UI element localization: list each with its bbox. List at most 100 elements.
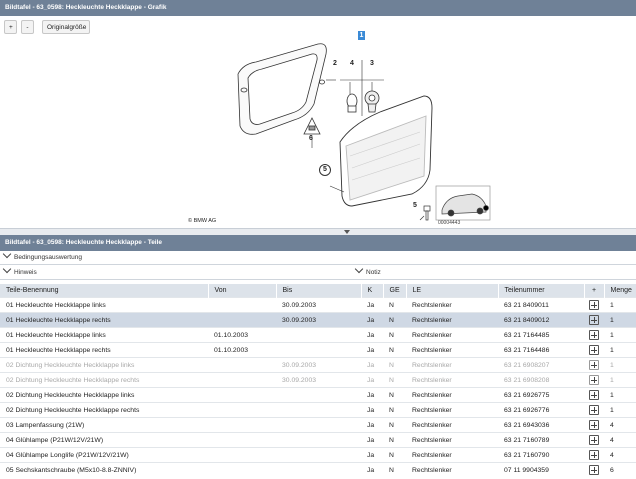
part-name: 02 Dichtung Heckleuchte Heckklappe recht… — [0, 402, 208, 418]
table-row[interactable]: 02 Dichtung Heckleuchte Heckklappe links… — [0, 387, 636, 403]
le-value: Rechtslenker — [406, 417, 498, 433]
callout-1[interactable]: 1 — [358, 31, 365, 40]
add-to-cart-icon[interactable] — [589, 360, 599, 370]
le-value: Rechtslenker — [406, 387, 498, 403]
part-number: 63 21 8409011 — [498, 297, 584, 313]
add-cell — [584, 432, 604, 448]
ge-value: N — [383, 357, 406, 373]
exploded-diagram — [237, 43, 491, 221]
zoom-out-button[interactable]: - — [21, 20, 34, 34]
ge-value: N — [383, 387, 406, 403]
callout-2[interactable]: 2 — [333, 60, 337, 67]
valid-to: 30.09.2003 — [276, 357, 361, 373]
table-row[interactable]: 05 Sechskantschraube (M5x10-8.8-ZNNIV) Ja… — [0, 462, 636, 477]
k-value: Ja — [361, 342, 383, 358]
add-to-cart-icon[interactable] — [589, 300, 599, 310]
table-row[interactable]: 04 Glühlampe (P21W/12V/21W) Ja N Rechtslenk… — [0, 432, 636, 448]
panel-splitter[interactable] — [0, 228, 636, 235]
part-name: 02 Dichtung Heckleuchte Heckklappe links — [0, 357, 208, 373]
chevron-down-icon — [2, 264, 12, 274]
conditions-section[interactable]: Bedingungsauswertung — [2, 249, 82, 261]
table-row[interactable]: 02 Dichtung Heckleuchte Heckklappe links… — [0, 357, 636, 373]
table-row[interactable]: 01 Heckleuchte Heckklappe links 01.10.200… — [0, 327, 636, 343]
col-header-add[interactable]: + — [584, 284, 605, 298]
col-header-from[interactable]: Von — [208, 284, 277, 298]
part-name: 01 Heckleuchte Heckklappe rechts — [0, 342, 208, 358]
valid-from — [208, 387, 276, 403]
col-header-le[interactable]: LE — [406, 284, 499, 298]
part-name: 03 Lampenfassung (21W) — [0, 417, 208, 433]
callout-3[interactable]: 3 — [370, 60, 374, 67]
add-to-cart-icon[interactable] — [589, 465, 599, 475]
add-to-cart-icon[interactable] — [589, 420, 599, 430]
add-to-cart-icon[interactable] — [589, 390, 599, 400]
part-number: 63 21 7160790 — [498, 447, 584, 463]
valid-to: 30.09.2003 — [276, 372, 361, 388]
ge-value: N — [383, 462, 406, 477]
table-row[interactable]: 01 Heckleuchte Heckklappe rechts 01.10.20… — [0, 342, 636, 358]
valid-to — [276, 417, 361, 433]
add-to-cart-icon[interactable] — [589, 330, 599, 340]
table-row[interactable]: 01 Heckleuchte Heckklappe links 30.09.200… — [0, 297, 636, 313]
collapse-arrow-icon[interactable] — [344, 230, 350, 234]
part-name: 01 Heckleuchte Heckklappe links — [0, 297, 208, 313]
col-header-name[interactable]: Teile-Benennung — [0, 284, 209, 298]
le-value: Rechtslenker — [406, 432, 498, 448]
part-number: 63 21 7160789 — [498, 432, 584, 448]
k-value: Ja — [361, 402, 383, 418]
part-name: 02 Dichtung Heckleuchte Heckklappe recht… — [0, 372, 208, 388]
clip-part — [303, 117, 321, 135]
parts-table: Teile-Benennung Von Bis K GE LE Teilenum… — [0, 284, 636, 477]
part-number: 07 11 9904359 — [498, 462, 584, 477]
quantity: 1 — [604, 372, 636, 388]
add-to-cart-icon[interactable] — [589, 315, 599, 325]
ge-value: N — [383, 447, 406, 463]
le-value: Rechtslenker — [406, 372, 498, 388]
add-to-cart-icon[interactable] — [589, 375, 599, 385]
callout-6[interactable]: 6 — [309, 135, 313, 142]
part-name: 05 Sechskantschraube (M5x10-8.8-ZNNIV) — [0, 462, 208, 477]
add-to-cart-icon[interactable] — [589, 345, 599, 355]
valid-from — [208, 372, 276, 388]
add-to-cart-icon[interactable] — [589, 435, 599, 445]
graphic-panel-title: Bildtafel - 63_0598: Heckleuchte Heckkla… — [0, 0, 636, 16]
original-size-button[interactable]: Originalgröße — [42, 20, 90, 34]
col-header-partnumber[interactable]: Teilenummer — [498, 284, 585, 298]
parts-panel-title: Bildtafel - 63_0598: Heckleuchte Heckkla… — [0, 235, 636, 251]
zoom-in-button[interactable]: + — [4, 20, 17, 34]
notes-right-section[interactable]: Notiz — [354, 264, 381, 276]
table-row[interactable]: 03 Lampenfassung (21W) Ja N Rechtslenker 63 … — [0, 417, 636, 433]
add-to-cart-icon[interactable] — [589, 405, 599, 415]
add-to-cart-icon[interactable] — [589, 450, 599, 460]
tail-lamp-part — [339, 95, 433, 207]
col-header-k[interactable]: K — [361, 284, 384, 298]
le-value: Rechtslenker — [406, 447, 498, 463]
col-header-to[interactable]: Bis — [276, 284, 362, 298]
table-row[interactable]: 01 Heckleuchte Heckklappe rechts 30.09.20… — [0, 312, 636, 328]
ge-value: N — [383, 402, 406, 418]
quantity: 4 — [604, 432, 636, 448]
k-value: Ja — [361, 432, 383, 448]
part-name: 01 Heckleuchte Heckklappe links — [0, 327, 208, 343]
col-header-ge[interactable]: GE — [383, 284, 407, 298]
valid-from — [208, 297, 276, 313]
table-header-row: Teile-Benennung Von Bis K GE LE Teilenum… — [0, 284, 636, 298]
table-row[interactable]: 04 Glühlampe Longlife (P21W/12V/21W) Ja N R… — [0, 447, 636, 463]
le-value: Rechtslenker — [406, 297, 498, 313]
col-header-qty[interactable]: Menge — [604, 284, 636, 298]
callout-5[interactable]: 5 — [319, 164, 331, 176]
part-number: 63 21 6908207 — [498, 357, 584, 373]
callout-4[interactable]: 4 — [350, 60, 354, 67]
table-row[interactable]: 02 Dichtung Heckleuchte Heckklappe recht… — [0, 402, 636, 418]
table-row[interactable]: 02 Dichtung Heckleuchte Heckklappe recht… — [0, 372, 636, 388]
quantity: 1 — [604, 357, 636, 373]
part-name: 02 Dichtung Heckleuchte Heckklappe links — [0, 387, 208, 403]
callout-5-inset[interactable]: 5 — [413, 202, 417, 209]
valid-from — [208, 432, 276, 448]
valid-to — [276, 387, 361, 403]
valid-from — [208, 447, 276, 463]
add-cell — [584, 372, 604, 388]
notes-left-section[interactable]: Hinweis — [2, 264, 37, 276]
zoom-toolbar: + - Originalgröße — [4, 20, 90, 34]
k-value: Ja — [361, 297, 383, 313]
